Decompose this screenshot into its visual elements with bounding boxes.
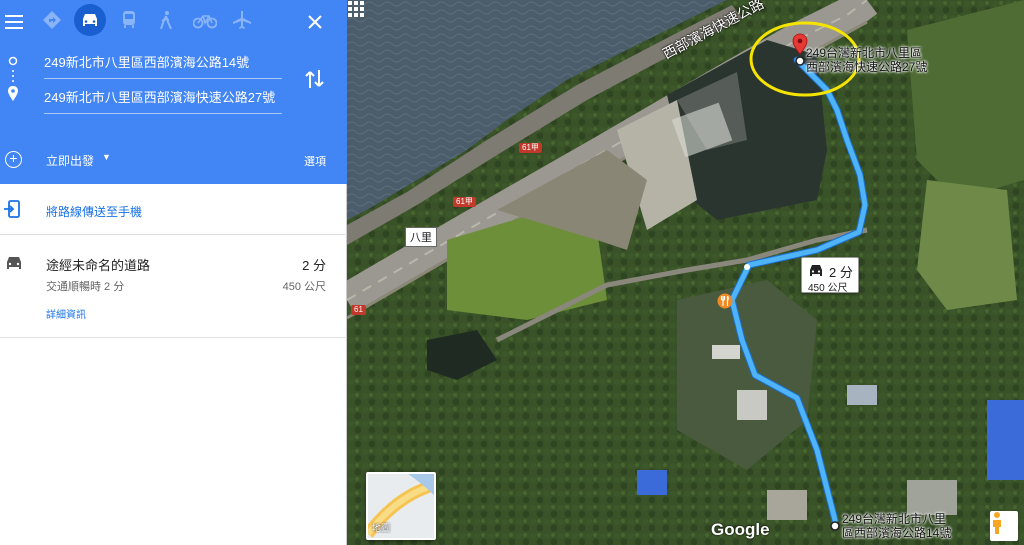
car-mode-button[interactable] <box>74 4 106 36</box>
waypoint-icons <box>6 56 20 106</box>
depart-row: + 立即出發 ▼ 選項 <box>0 136 347 184</box>
map-view[interactable]: 249台灣新北市八里區 西部濱海快速公路27號 249台灣新北市八里 區西部濱海… <box>347 0 1024 545</box>
directions-header: 249新北市八里區西部濱海公路14號 249新北市八里區西部濱海快速公路27號 … <box>0 0 347 184</box>
add-stop-icon[interactable]: + <box>5 151 22 168</box>
walk-icon[interactable] <box>150 4 182 36</box>
route-shield-61a-2: 61甲 <box>453 197 476 207</box>
route-time-badge[interactable]: 2 分 450 公尺 <box>801 257 859 294</box>
options-button[interactable]: 選項 <box>304 153 326 169</box>
route-option[interactable]: 途經未命名的道路 2 分 交通順暢時 2 分 450 公尺 詳細資訊 <box>0 236 347 338</box>
pegman-icon[interactable] <box>990 511 1018 541</box>
destination-label-line2: 西部濱海快速公路27號 <box>806 60 928 74</box>
bicycle-icon[interactable] <box>189 4 221 36</box>
car-icon <box>5 256 23 270</box>
place-label-bali: 八里 <box>405 227 437 247</box>
origin-marker-icon[interactable] <box>829 520 841 532</box>
destination-label-line1: 249台灣新北市八里區 <box>806 46 923 60</box>
send-to-phone-row[interactable]: 將路線傳送至手機 <box>0 184 347 235</box>
directions-panel: 249新北市八里區西部濱海公路14號 249新北市八里區西部濱海快速公路27號 … <box>0 0 347 545</box>
layer-label: 地圖 <box>372 523 391 533</box>
origin-label-line2: 區西部濱海公路14號 <box>842 526 952 540</box>
route-time: 2 分 <box>302 258 326 273</box>
badge-distance: 450 公尺 <box>808 283 848 294</box>
origin-label-line1: 249台灣新北市八里 <box>842 512 947 526</box>
chevron-down-icon[interactable]: ▼ <box>102 152 111 162</box>
destination-input[interactable]: 249新北市八里區西部濱海快速公路27號 <box>44 86 282 114</box>
origin-map-label: 249台灣新北市八里 區西部濱海公路14號 <box>842 512 951 540</box>
apps-grid-icon[interactable] <box>347 0 365 18</box>
map-layer-toggle[interactable]: 地圖 <box>366 472 436 540</box>
depart-time-button[interactable]: 立即出發 <box>46 152 94 169</box>
menu-icon[interactable] <box>4 8 24 36</box>
best-route-icon[interactable] <box>36 4 68 36</box>
route-shield-61: 61 <box>351 305 366 315</box>
transit-icon[interactable] <box>113 4 145 36</box>
restaurant-icon[interactable] <box>717 293 733 309</box>
send-to-phone-link[interactable]: 將路線傳送至手機 <box>46 203 142 220</box>
flight-icon[interactable] <box>226 4 258 36</box>
route-traffic: 交通順暢時 2 分 <box>46 281 125 293</box>
car-icon <box>83 14 97 26</box>
send-to-phone-icon <box>4 200 20 218</box>
destination-map-label: 249台灣新北市八里區 西部濱海快速公路27號 <box>806 46 927 74</box>
google-logo: Google <box>711 520 770 539</box>
route-details-link[interactable]: 詳細資訊 <box>46 306 86 321</box>
car-icon <box>810 265 822 276</box>
route-name: 途經未命名的道路 <box>46 258 151 273</box>
swap-icon[interactable] <box>304 66 326 92</box>
close-icon[interactable] <box>301 8 329 36</box>
satellite-imagery <box>347 0 1024 545</box>
route-shield-61a-1: 61甲 <box>519 143 542 153</box>
route-distance: 450 公尺 <box>282 281 326 293</box>
origin-input[interactable]: 249新北市八里區西部濱海公路14號 <box>44 51 282 79</box>
travel-mode-bar <box>0 4 347 36</box>
